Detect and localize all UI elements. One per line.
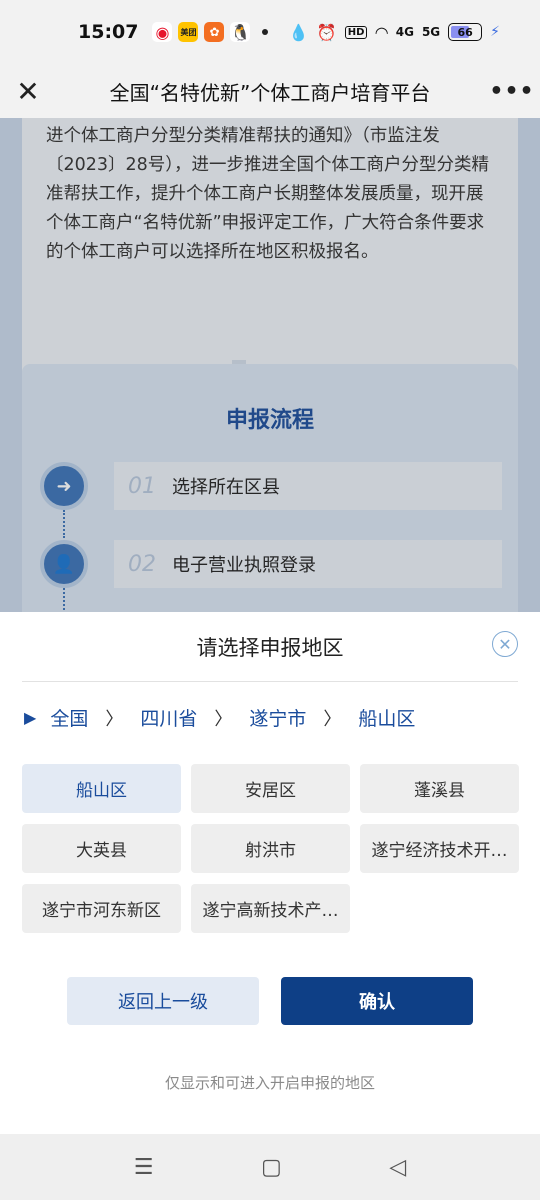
chevron-right-icon: 〉 (323, 708, 342, 730)
breadcrumb-item-city[interactable]: 遂宁市 (249, 704, 306, 731)
region-grid: 船山区 安居区 蓬溪县 大英县 射洪市 遂宁经济技术开… 遂宁市河东新区 遂宁高… (22, 764, 519, 933)
battery-icon: 66 (448, 23, 483, 41)
orange-app-icon: ✿ (204, 22, 225, 42)
chevron-right-icon: 〉 (214, 708, 233, 730)
sheet-title: 请选择申报地区 (196, 636, 344, 660)
page-title: 全国“名特优新”个体工商户培育平台 (109, 80, 431, 105)
drop-icon: 💧 (288, 22, 309, 42)
back-button[interactable]: 返回上一级 (67, 977, 259, 1025)
footnote: 仅显示和可进入开启申报的地区 (164, 1074, 375, 1092)
status-bar: 15:07 ◉ 美团 ✿ 🐧 💧 ⏰ HD ◠ 4G 5G 66 ⚡ (0, 0, 540, 64)
region-option[interactable]: 安居区 (191, 764, 350, 813)
breadcrumb: ▶ 全国 〉 四川省 〉 遂宁市 〉 船山区 (24, 704, 415, 731)
breadcrumb-item-province[interactable]: 四川省 (140, 704, 197, 731)
region-option[interactable]: 遂宁市河东新区 (22, 884, 181, 933)
region-option[interactable]: 射洪市 (191, 824, 350, 873)
region-select-sheet: 请选择申报地区 ✕ ▶ 全国 〉 四川省 〉 遂宁市 〉 船山区 船山区 安居区… (0, 612, 540, 1134)
back-triangle-icon[interactable]: ◁ (389, 1155, 406, 1180)
home-square-icon[interactable]: ▢ (261, 1155, 282, 1180)
breadcrumb-item-country[interactable]: 全国 (50, 704, 88, 731)
signal-5g-icon: 5G (421, 25, 441, 39)
region-option[interactable]: 船山区 (22, 764, 181, 813)
system-nav-bar: ☰ ▢ ◁ (0, 1134, 540, 1200)
breadcrumb-item-district[interactable]: 船山区 (358, 704, 415, 731)
close-icon[interactable]: ✕ (0, 75, 56, 108)
wifi-icon: ◠ (375, 22, 388, 42)
menu-icon[interactable]: ☰ (134, 1155, 154, 1180)
more-icon[interactable]: ••• (484, 79, 540, 104)
close-circle-icon[interactable]: ✕ (492, 631, 518, 657)
region-option[interactable]: 遂宁高新技术产… (191, 884, 350, 933)
hd-icon: HD (344, 25, 368, 39)
chevron-right-icon: 〉 (105, 708, 124, 730)
modal-overlay[interactable] (0, 118, 540, 612)
region-option[interactable]: 遂宁经济技术开… (360, 824, 519, 873)
status-time: 15:07 (78, 21, 139, 43)
region-option[interactable]: 大英县 (22, 824, 181, 873)
page-content: 进个体工商户分型分类精准帮扶的通知》（市监注发〔2023〕28号），进一步推进全… (0, 118, 540, 612)
meituan-icon: 美团 (178, 22, 199, 42)
alarm-icon: ⏰ (316, 22, 337, 42)
battery-level: 66 (457, 25, 473, 39)
region-option[interactable]: 蓬溪县 (360, 764, 519, 813)
qq-icon: 🐧 (230, 22, 251, 42)
signal-4g-icon: 4G (395, 25, 414, 39)
weibo-icon: ◉ (152, 22, 173, 42)
more-notifications-dot (262, 29, 269, 35)
divider (22, 681, 518, 682)
notification-icons: ◉ 美团 ✿ 🐧 (152, 22, 269, 42)
charging-icon: ⚡ (490, 24, 500, 40)
status-indicators: 💧 ⏰ HD ◠ 4G 5G 66 ⚡ (289, 23, 500, 42)
confirm-button[interactable]: 确认 (281, 977, 473, 1025)
nav-bar: ✕ 全国“名特优新”个体工商户培育平台 ••• (0, 64, 540, 118)
caret-right-icon: ▶ (24, 708, 37, 727)
